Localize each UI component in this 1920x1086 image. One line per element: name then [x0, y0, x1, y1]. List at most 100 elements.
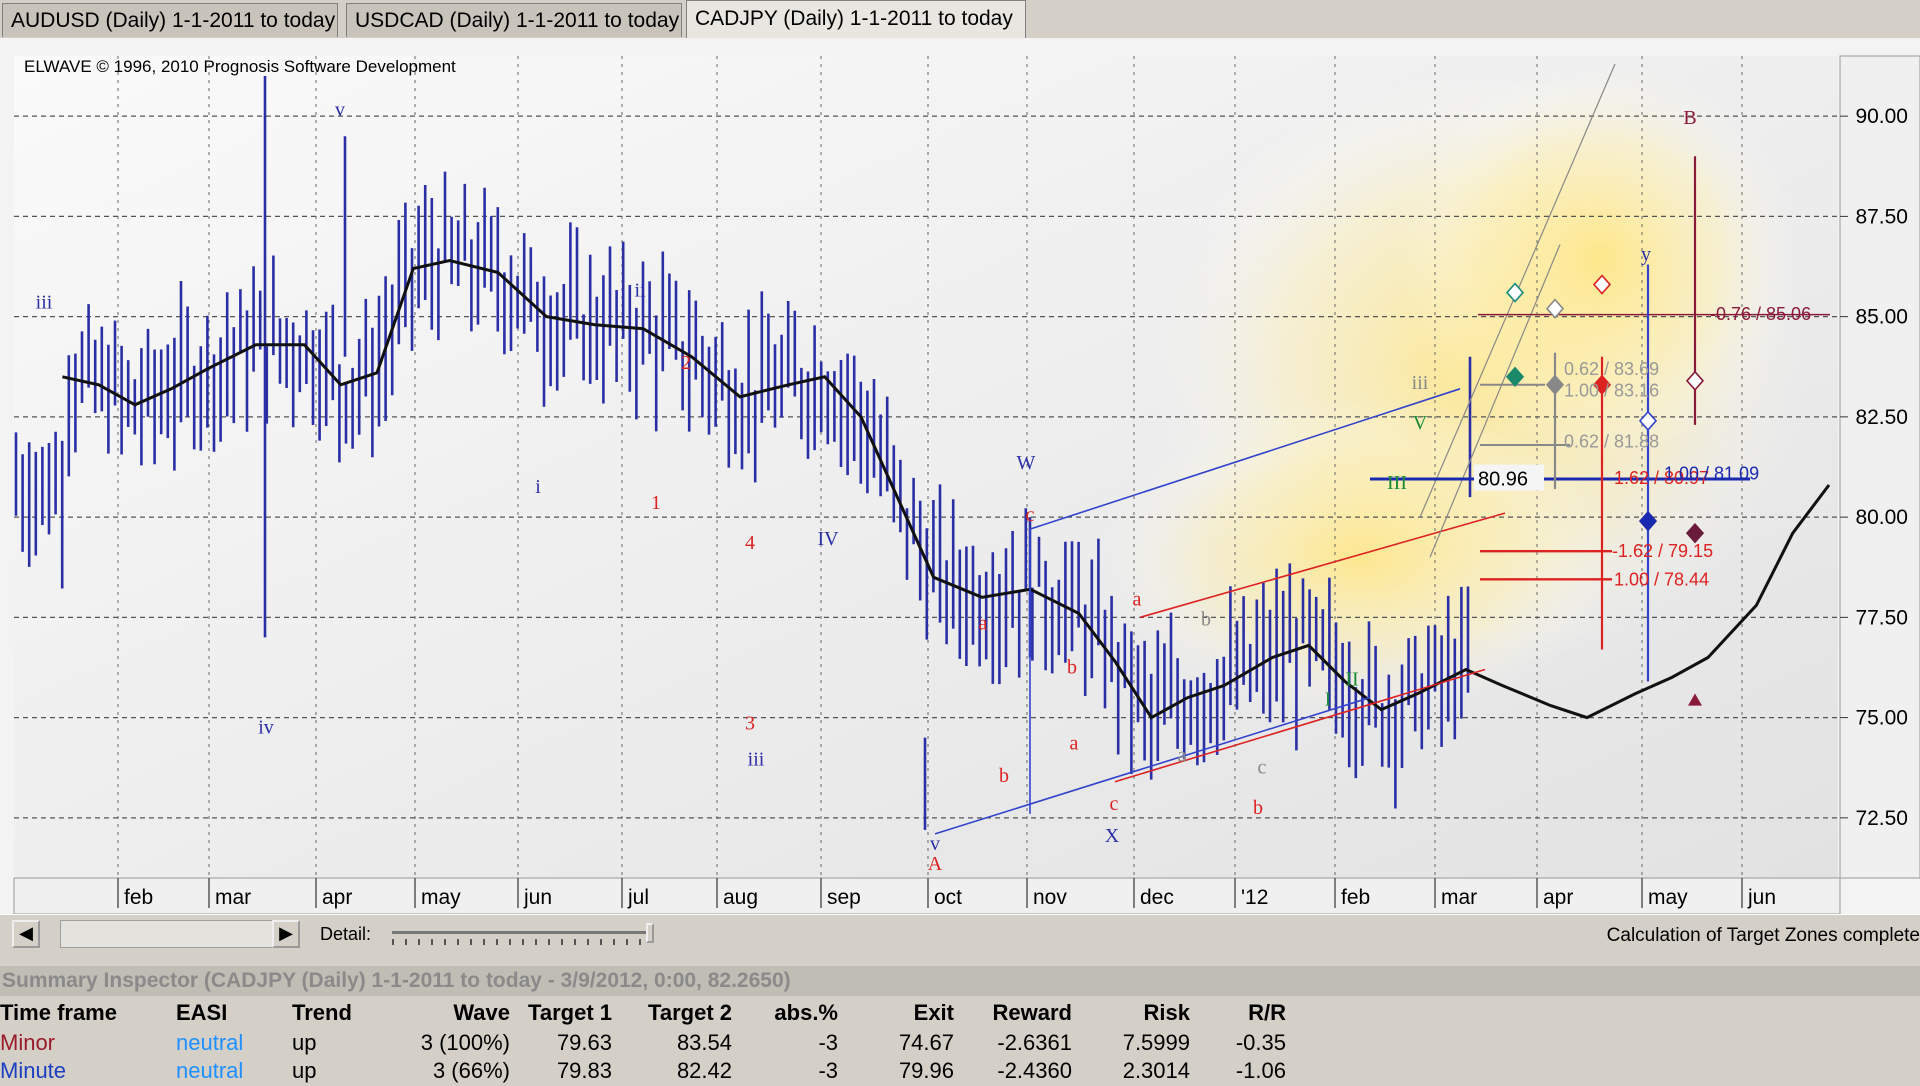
target-label: -0.76 / 85.06 — [1710, 304, 1811, 324]
scroll-right-button[interactable]: ▶ — [272, 920, 300, 948]
wave-label: a — [979, 612, 988, 634]
tab-audusd[interactable]: AUDUSD (Daily) 1-1-2011 to today — [2, 3, 338, 37]
wave-label: IV — [817, 528, 839, 550]
target-label: 0.62 / 81.88 — [1564, 432, 1659, 452]
header-reward: Reward — [992, 1000, 1072, 1025]
table-cell: Minute — [0, 1058, 67, 1083]
price-label: 72.50 — [1855, 807, 1908, 830]
header-abs-pct: abs.% — [774, 1000, 838, 1025]
month-label: apr — [1543, 886, 1573, 909]
price-axis-panel — [1839, 55, 1920, 879]
summary-inspector: Summary Inspector (CADJPY (Daily) 1-1-20… — [0, 966, 1920, 1083]
wave-label: iii — [1412, 372, 1429, 394]
header-target1: Target 1 — [528, 1000, 612, 1025]
table-cell: -2.4360 — [997, 1058, 1072, 1083]
wave-label: iii — [36, 292, 53, 314]
table-cell: 82.42 — [676, 1058, 732, 1083]
chevron-left-icon: ◀ — [19, 923, 33, 943]
month-label: jul — [627, 886, 649, 909]
table-cell: -2.6361 — [997, 1030, 1072, 1055]
table-row[interactable]: Minute neutral up 3 (66%) 79.83 82.42 -3 79.96 -… — [0, 1058, 1300, 1086]
header-trend: Trend — [292, 1000, 352, 1025]
price-chart[interactable]: ELWAVE © 1996, 2010 Prognosis Software D… — [0, 38, 1920, 914]
table-cell: 79.83 — [556, 1058, 612, 1083]
table-cell: 2.3014 — [1122, 1058, 1190, 1083]
header-easi: EASI — [176, 1000, 228, 1025]
scroll-left-button[interactable]: ◀ — [12, 920, 40, 948]
detail-label: Detail: — [320, 924, 372, 944]
price-label: 77.50 — [1855, 606, 1908, 629]
chevron-right-icon: ▶ — [279, 923, 293, 943]
header-exit: Exit — [913, 1000, 954, 1025]
month-label: sep — [827, 886, 861, 909]
wave-label: X — [1105, 825, 1120, 847]
price-label: 85.00 — [1855, 306, 1908, 329]
table-cell: 74.67 — [898, 1030, 954, 1055]
month-label: mar — [215, 886, 251, 909]
month-label: mar — [1441, 886, 1477, 909]
wave-label: ii — [634, 280, 646, 302]
wave-label: a — [1070, 733, 1079, 755]
target-label: 0.62 / 83.69 — [1564, 359, 1659, 379]
price-label: 90.00 — [1855, 105, 1908, 128]
wave-label: 1 — [651, 492, 661, 514]
month-label: may — [421, 886, 461, 909]
horizontal-scrollbar[interactable] — [60, 920, 280, 948]
wave-label: 2 — [681, 352, 691, 374]
table-cell: neutral — [176, 1030, 244, 1055]
wave-label: iv — [258, 717, 274, 739]
price-label: 82.50 — [1855, 406, 1908, 429]
wave-label: b — [999, 765, 1009, 787]
target-label: 1.00 / 81.09 — [1664, 463, 1759, 483]
detail-slider[interactable] — [392, 923, 662, 947]
wave-label: b — [1253, 797, 1263, 819]
table-cell: neutral — [176, 1058, 244, 1083]
price-label: 87.50 — [1855, 205, 1908, 228]
header-risk: Risk — [1143, 1000, 1190, 1025]
wave-label: B — [1683, 107, 1696, 129]
table-cell: 3 (66%) — [432, 1058, 510, 1083]
month-label: oct — [934, 886, 962, 909]
month-label: nov — [1033, 886, 1067, 909]
table-cell: -0.35 — [1235, 1030, 1286, 1055]
wave-label: c — [1258, 757, 1267, 779]
tab-cadjpy[interactable]: CADJPY (Daily) 1-1-2011 to today — [686, 0, 1026, 38]
table-cell: -3 — [818, 1030, 838, 1055]
slider-thumb[interactable] — [646, 923, 654, 943]
month-label: aug — [723, 886, 758, 909]
status-text: Calculation of Target Zones complete — [1606, 925, 1920, 946]
target-label: 1.00 / 78.44 — [1614, 570, 1709, 590]
price-label: 75.00 — [1855, 707, 1908, 730]
target-label: -1.62 / 79.15 — [1612, 541, 1713, 561]
header-rr: R/R — [1248, 1000, 1286, 1025]
wave-label: v — [335, 99, 345, 121]
chart-area[interactable]: ELWAVE © 1996, 2010 Prognosis Software D… — [0, 38, 1920, 914]
month-label: dec — [1140, 886, 1174, 909]
wave-label: W — [1017, 452, 1036, 474]
header-time-frame: Time frame — [0, 1000, 117, 1025]
month-label: jun — [523, 886, 552, 909]
wave-label: b — [1067, 657, 1077, 679]
table-cell: 3 (100%) — [420, 1030, 510, 1055]
slider-rail — [392, 931, 652, 934]
wave-label: v — [930, 833, 940, 855]
month-label: feb — [124, 886, 153, 909]
wave-label: i — [535, 476, 541, 498]
month-label: apr — [322, 886, 352, 909]
table-cell: -1.06 — [1235, 1058, 1286, 1083]
table-cell: Minor — [0, 1030, 56, 1055]
month-label: '12 — [1241, 886, 1268, 909]
table-row[interactable]: Minor neutral up 3 (100%) 79.63 83.54 -3 74.67 -… — [0, 1030, 1300, 1058]
wave-label: y — [1641, 243, 1651, 265]
wave-label: A — [928, 853, 943, 875]
wave-label: 4 — [745, 532, 755, 554]
wave-label: I — [1325, 689, 1332, 711]
wave-label: a — [1178, 745, 1187, 767]
wave-label: 3 — [745, 713, 755, 735]
month-label: jun — [1747, 886, 1776, 909]
inspector-title: Summary Inspector (CADJPY (Daily) 1-1-20… — [0, 966, 1920, 996]
tab-usdcad[interactable]: USDCAD (Daily) 1-1-2011 to today — [346, 3, 682, 37]
wave-label: b — [1201, 608, 1211, 630]
table-cell: up — [292, 1030, 317, 1055]
tab-bar: AUDUSD (Daily) 1-1-2011 to today USDCAD … — [0, 0, 1920, 39]
